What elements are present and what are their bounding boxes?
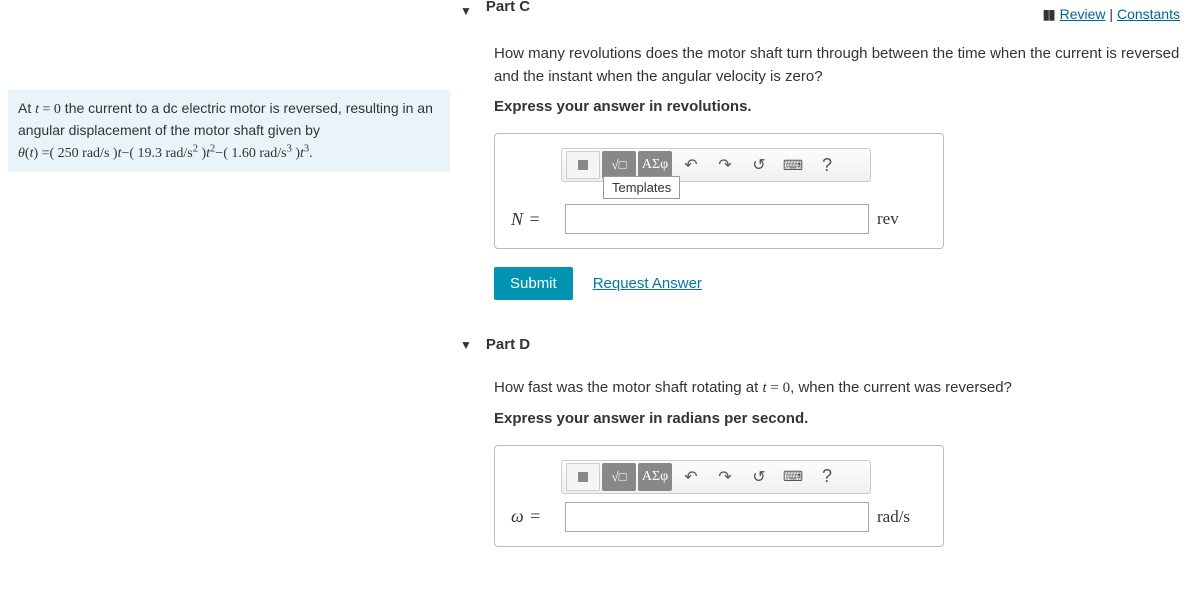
pause-icon: ▮▮ <box>1042 6 1053 22</box>
part-d-label: Part D <box>486 336 530 353</box>
keyboard-icon[interactable]: ⌨ <box>776 151 810 179</box>
problem-equation: θ(t) =( 250 rad/s )t−( 19.3 rad/s2 )t2−(… <box>18 146 313 161</box>
undo-icon[interactable]: ↶ <box>674 151 708 179</box>
part-c-submit-button[interactable]: Submit <box>494 267 573 300</box>
part-d-toolbar: √□ ΑΣφ ↶ ↷ ↺ ⌨ ? <box>561 460 871 494</box>
undo-icon[interactable]: ↶ <box>674 463 708 491</box>
top-links: ▮▮ Review | Constants <box>1042 6 1180 23</box>
caret-down-icon: ▼ <box>460 4 472 18</box>
constants-link[interactable]: Constants <box>1117 6 1180 22</box>
problem-text-1: At t = 0 the current to a dc electric mo… <box>18 100 433 138</box>
reset-icon[interactable]: ↺ <box>742 463 776 491</box>
part-c-answer-box: √□ ΑΣφ ↶ ↷ ↺ ⌨ ? Templates N = rev <box>494 133 944 249</box>
root-fraction-icon[interactable]: √□ <box>602 463 636 491</box>
help-icon[interactable]: ? <box>810 151 844 179</box>
placeholder-icon[interactable] <box>566 463 600 491</box>
part-c-instruction: Express your answer in revolutions. <box>494 98 1180 115</box>
keyboard-icon[interactable]: ⌨ <box>776 463 810 491</box>
part-d-var-label: ω = <box>511 506 557 527</box>
part-d-answer-input[interactable] <box>565 502 869 532</box>
root-fraction-icon[interactable]: √□ <box>602 151 636 179</box>
templates-tooltip: Templates <box>603 176 680 199</box>
problem-statement: At t = 0 the current to a dc electric mo… <box>8 90 450 172</box>
symbols-button[interactable]: ΑΣφ <box>638 151 672 179</box>
caret-down-icon: ▼ <box>460 338 472 352</box>
reset-icon[interactable]: ↺ <box>742 151 776 179</box>
placeholder-icon[interactable] <box>566 151 600 179</box>
part-d-instruction: Express your answer in radians per secon… <box>494 410 1180 427</box>
redo-icon[interactable]: ↷ <box>708 151 742 179</box>
part-d-unit: rad/s <box>877 507 927 527</box>
redo-icon[interactable]: ↷ <box>708 463 742 491</box>
part-d-header[interactable]: ▼ Part D <box>460 330 1180 363</box>
part-c-label: Part C <box>486 0 530 15</box>
part-c-question: How many revolutions does the motor shaf… <box>494 43 1180 88</box>
symbols-button[interactable]: ΑΣφ <box>638 463 672 491</box>
part-c-answer-input[interactable] <box>565 204 869 234</box>
review-link[interactable]: Review <box>1060 6 1106 22</box>
part-d-question: How fast was the motor shaft rotating at… <box>494 377 1180 400</box>
part-c-request-answer-link[interactable]: Request Answer <box>593 275 702 292</box>
help-icon[interactable]: ? <box>810 463 844 491</box>
part-c-var-label: N = <box>511 209 557 230</box>
part-d-answer-box: √□ ΑΣφ ↶ ↷ ↺ ⌨ ? ω = rad/s <box>494 445 944 547</box>
part-c-unit: rev <box>877 209 927 229</box>
